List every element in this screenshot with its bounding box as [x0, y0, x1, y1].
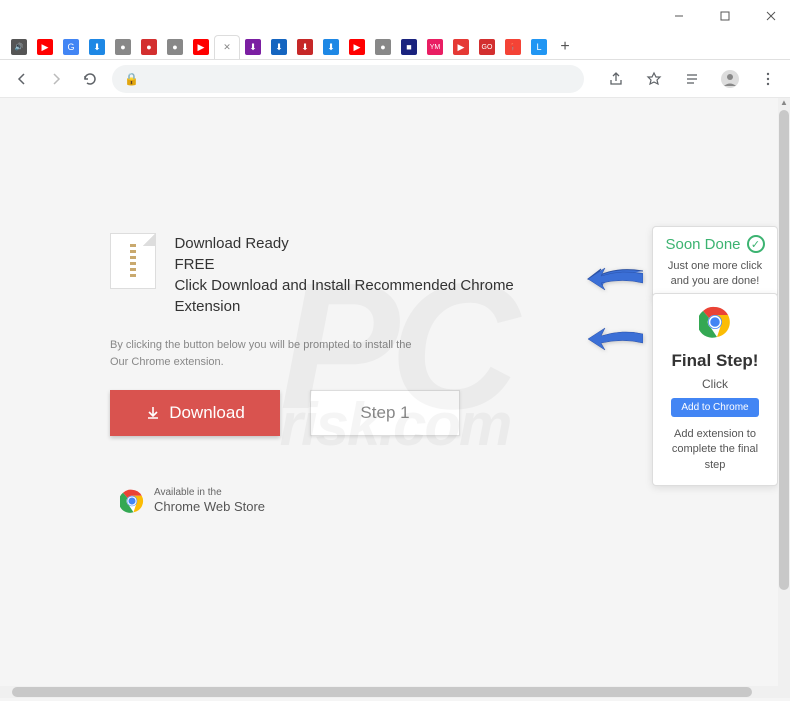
- reading-list-icon[interactable]: [680, 67, 704, 91]
- favicon-7: ▶: [193, 39, 209, 55]
- header-text: Download Ready FREE Click Download and I…: [174, 233, 570, 317]
- tab-19[interactable]: 📍: [500, 35, 526, 59]
- tab-17[interactable]: ▶: [448, 35, 474, 59]
- favicon-8: ✕: [219, 40, 235, 56]
- check-icon: ✓: [747, 235, 765, 253]
- download-label: Download: [169, 403, 245, 423]
- final-step-desc: Add extension to complete the final step: [661, 427, 769, 473]
- headline-2: FREE: [174, 254, 570, 275]
- tab-15[interactable]: ■: [396, 35, 422, 59]
- menu-icon[interactable]: [756, 67, 780, 91]
- vertical-scrollbar[interactable]: ▲: [778, 98, 790, 686]
- chrome-logo-icon: [699, 306, 731, 338]
- favicon-12: ⬇: [323, 39, 339, 55]
- favicon-11: ⬇: [297, 39, 313, 55]
- favicon-10: ⬇: [271, 39, 287, 55]
- favicon-5: ●: [141, 39, 157, 55]
- headline-1: Download Ready: [174, 233, 570, 254]
- tab-12[interactable]: ⬇: [318, 35, 344, 59]
- tab-4[interactable]: ●: [110, 35, 136, 59]
- download-button[interactable]: Download: [110, 390, 280, 436]
- add-to-chrome-button[interactable]: Add to Chrome: [671, 398, 758, 417]
- address-bar[interactable]: 🔒: [112, 65, 584, 93]
- favicon-16: YM: [427, 39, 443, 55]
- close-button[interactable]: [757, 5, 785, 27]
- toolbar: 🔒: [0, 60, 790, 98]
- chrome-logo-icon: [120, 489, 144, 513]
- main-content: Download Ready FREE Click Download and I…: [110, 233, 570, 516]
- lock-icon: 🔒: [124, 72, 139, 86]
- back-button[interactable]: [10, 67, 34, 91]
- tab-11[interactable]: ⬇: [292, 35, 318, 59]
- tab-1[interactable]: ▶: [32, 35, 58, 59]
- tab-7[interactable]: ▶: [188, 35, 214, 59]
- vertical-scroll-thumb[interactable]: [779, 110, 789, 590]
- horizontal-scroll-thumb[interactable]: [12, 687, 752, 697]
- tab-18[interactable]: GO: [474, 35, 500, 59]
- window-titlebar: [0, 0, 790, 30]
- final-step-sub: Click: [661, 377, 769, 391]
- headline-3: Click Download and Install Recommended C…: [174, 275, 570, 317]
- new-tab-button[interactable]: +: [552, 35, 578, 59]
- favicon-18: GO: [479, 39, 495, 55]
- tab-0[interactable]: 🔊: [6, 35, 32, 59]
- tab-10[interactable]: ⬇: [266, 35, 292, 59]
- favicon-14: ●: [375, 39, 391, 55]
- share-icon[interactable]: [604, 67, 628, 91]
- favicon-19: 📍: [505, 39, 521, 55]
- favicon-3: ⬇: [89, 39, 105, 55]
- maximize-button[interactable]: [711, 5, 739, 27]
- tab-8[interactable]: ✕: [214, 35, 240, 59]
- store-name: Chrome Web Store: [154, 499, 265, 516]
- favicon-17: ▶: [453, 39, 469, 55]
- tab-2[interactable]: G: [58, 35, 84, 59]
- chrome-store-badge: Available in the Chrome Web Store: [120, 486, 570, 516]
- soon-done-text: Just one more click and you are done!: [661, 259, 769, 290]
- profile-icon[interactable]: [718, 67, 742, 91]
- arrow-2: [573, 321, 643, 362]
- favicon-1: ▶: [37, 39, 53, 55]
- file-icon: [110, 233, 156, 289]
- favicon-0: 🔊: [11, 39, 27, 55]
- tab-3[interactable]: ⬇: [84, 35, 110, 59]
- download-icon: [145, 405, 161, 421]
- disclaimer: By clicking the button below you will be…: [110, 337, 570, 370]
- arrow-1: [573, 261, 643, 302]
- scroll-corner: [778, 686, 790, 698]
- tab-9[interactable]: ⬇: [240, 35, 266, 59]
- tab-13[interactable]: ▶: [344, 35, 370, 59]
- disclaimer-2: Our Chrome extension.: [110, 354, 570, 371]
- tab-20[interactable]: L: [526, 35, 552, 59]
- favicon-20: L: [531, 39, 547, 55]
- popup-soon-done: Soon Done ✓ Just one more click and you …: [652, 226, 778, 299]
- favicon-15: ■: [401, 39, 417, 55]
- final-step-title: Final Step!: [661, 351, 769, 371]
- forward-button[interactable]: [44, 67, 68, 91]
- tab-6[interactable]: ●: [162, 35, 188, 59]
- favicon-6: ●: [167, 39, 183, 55]
- store-avail: Available in the: [154, 486, 265, 499]
- disclaimer-1: By clicking the button below you will be…: [110, 337, 570, 354]
- tab-5[interactable]: ●: [136, 35, 162, 59]
- browser-window: 🔊 ▶ G ⬇ ● ● ● ▶ ✕ ⬇ ⬇ ⬇ ⬇ ▶ ● ■ YM ▶ GO 📍 L + 🔒 Download Read…: [0, 0, 790, 698]
- favicon-2: G: [63, 39, 79, 55]
- tab-16[interactable]: YM: [422, 35, 448, 59]
- horizontal-scrollbar[interactable]: [0, 686, 778, 698]
- soon-done-title: Soon Done: [665, 236, 740, 253]
- popup-final-step: Final Step! Click Add to Chrome Add exte…: [652, 293, 778, 486]
- favicon-9: ⬇: [245, 39, 261, 55]
- step-button[interactable]: Step 1: [310, 390, 460, 436]
- favicon-13: ▶: [349, 39, 365, 55]
- tab-14[interactable]: ●: [370, 35, 396, 59]
- page-viewport: Download Ready FREE Click Download and I…: [0, 98, 790, 698]
- reload-button[interactable]: [78, 67, 102, 91]
- favicon-4: ●: [115, 39, 131, 55]
- minimize-button[interactable]: [665, 5, 693, 27]
- bookmark-icon[interactable]: [642, 67, 666, 91]
- tabstrip: 🔊 ▶ G ⬇ ● ● ● ▶ ✕ ⬇ ⬇ ⬇ ⬇ ▶ ● ■ YM ▶ GO 📍 L +: [0, 30, 790, 60]
